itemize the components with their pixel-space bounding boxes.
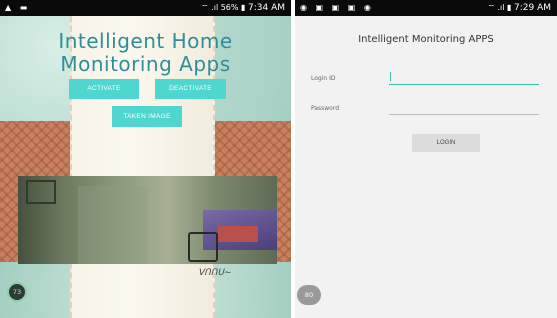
app-title: Intelligent Monitoring APPS bbox=[358, 34, 494, 45]
app-title: Intelligent Home Monitoring Apps bbox=[10, 30, 281, 76]
camera-chair bbox=[188, 232, 218, 262]
captured-image bbox=[18, 176, 277, 264]
overlay-badge[interactable]: 80 bbox=[297, 285, 321, 305]
left-phone-screen: ▲ ▬ ⌔ .ıl 56% ▮ 7:34 AM Intelligent Home… bbox=[0, 0, 291, 318]
signal-icon: ⌔ .ıl bbox=[487, 3, 505, 12]
password-label: Password bbox=[311, 105, 340, 112]
status-bar: ▲ ▬ ⌔ .ıl 56% ▮ 7:34 AM bbox=[0, 0, 291, 16]
app-title-line-2: Monitoring Apps bbox=[60, 52, 231, 76]
text-cursor bbox=[390, 72, 391, 81]
battery-icon: ▮ bbox=[507, 3, 512, 12]
battery-percent: 56% bbox=[220, 3, 239, 12]
camera-door bbox=[78, 186, 148, 264]
notification-icons: ◉ ▣ ▣ ▣ ◉ bbox=[300, 3, 374, 12]
password-input[interactable] bbox=[389, 100, 539, 115]
camera-red-object bbox=[218, 226, 258, 242]
deactivate-button[interactable]: DEACTIVATE bbox=[155, 79, 226, 99]
clock: 7:29 AM bbox=[514, 3, 551, 13]
camera-wall-frame bbox=[26, 180, 56, 204]
right-phone-screen: ◉ ▣ ▣ ▣ ◉ ⌔ .ıl ▮ 7:29 AM Intelligent Mo… bbox=[295, 0, 557, 318]
status-right: ⌔ .ıl 56% ▮ 7:34 AM bbox=[201, 0, 285, 16]
taken-image-button[interactable]: TAKEN IMAGE bbox=[112, 106, 182, 127]
clock: 7:34 AM bbox=[248, 3, 285, 13]
app-title-line-1: Intelligent Home bbox=[58, 29, 233, 53]
login-id-label: Login ID bbox=[311, 75, 336, 82]
login-id-input[interactable] bbox=[389, 70, 539, 85]
signature: ᐯᑎᑎᑌ~ bbox=[198, 268, 232, 278]
status-right: ⌔ .ıl ▮ 7:29 AM bbox=[487, 0, 551, 16]
activate-button[interactable]: ACTIVATE bbox=[69, 79, 139, 99]
status-bar: ◉ ▣ ▣ ▣ ◉ ⌔ .ıl ▮ 7:29 AM bbox=[295, 0, 557, 16]
signal-icon: ⌔ .ıl bbox=[201, 3, 219, 12]
overlay-badge[interactable]: 73 bbox=[7, 282, 27, 302]
notification-icons: ▲ ▬ bbox=[5, 3, 31, 12]
battery-icon: ▮ bbox=[241, 3, 246, 12]
login-button[interactable]: LOGIN bbox=[412, 134, 480, 152]
